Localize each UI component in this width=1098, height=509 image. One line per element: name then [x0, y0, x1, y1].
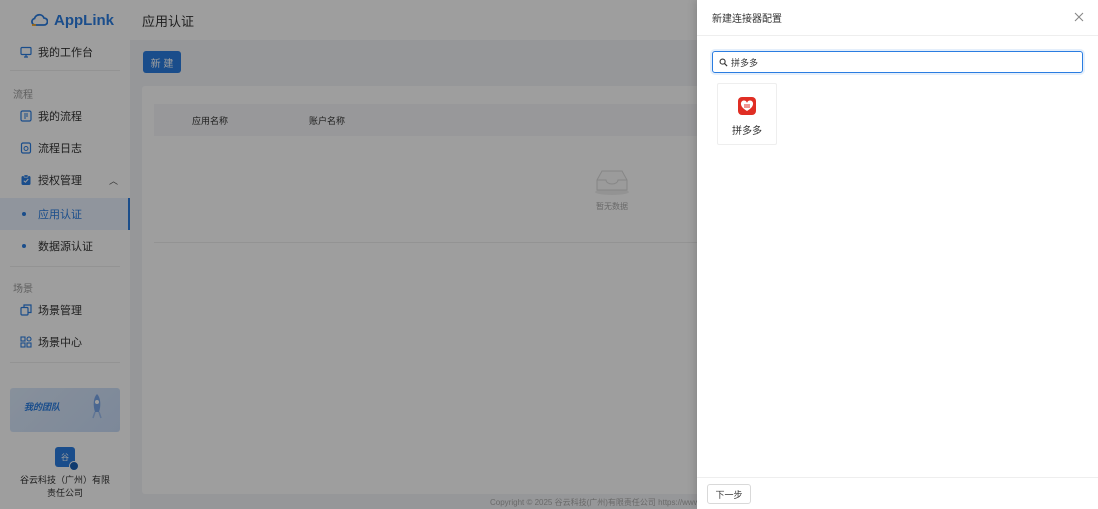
- connector-card-label: 拼多多: [732, 126, 762, 137]
- pinduoduo-heart-icon: [740, 100, 754, 111]
- next-step-button[interactable]: 下一步: [707, 484, 751, 504]
- drawer-footer: 下一步: [697, 477, 1098, 509]
- connector-card-pinduoduo[interactable]: 拼多多: [717, 83, 777, 145]
- connector-search-box[interactable]: [712, 51, 1083, 73]
- drawer-title: 新建连接器配置: [712, 14, 782, 25]
- close-icon[interactable]: [1072, 10, 1086, 24]
- new-connector-drawer: 新建连接器配置 拼多多 下一步: [697, 0, 1098, 509]
- drawer-header: 新建连接器配置: [697, 0, 1098, 36]
- search-input[interactable]: [731, 57, 1071, 67]
- search-icon: [719, 58, 728, 67]
- pinduoduo-logo-icon: [738, 97, 756, 115]
